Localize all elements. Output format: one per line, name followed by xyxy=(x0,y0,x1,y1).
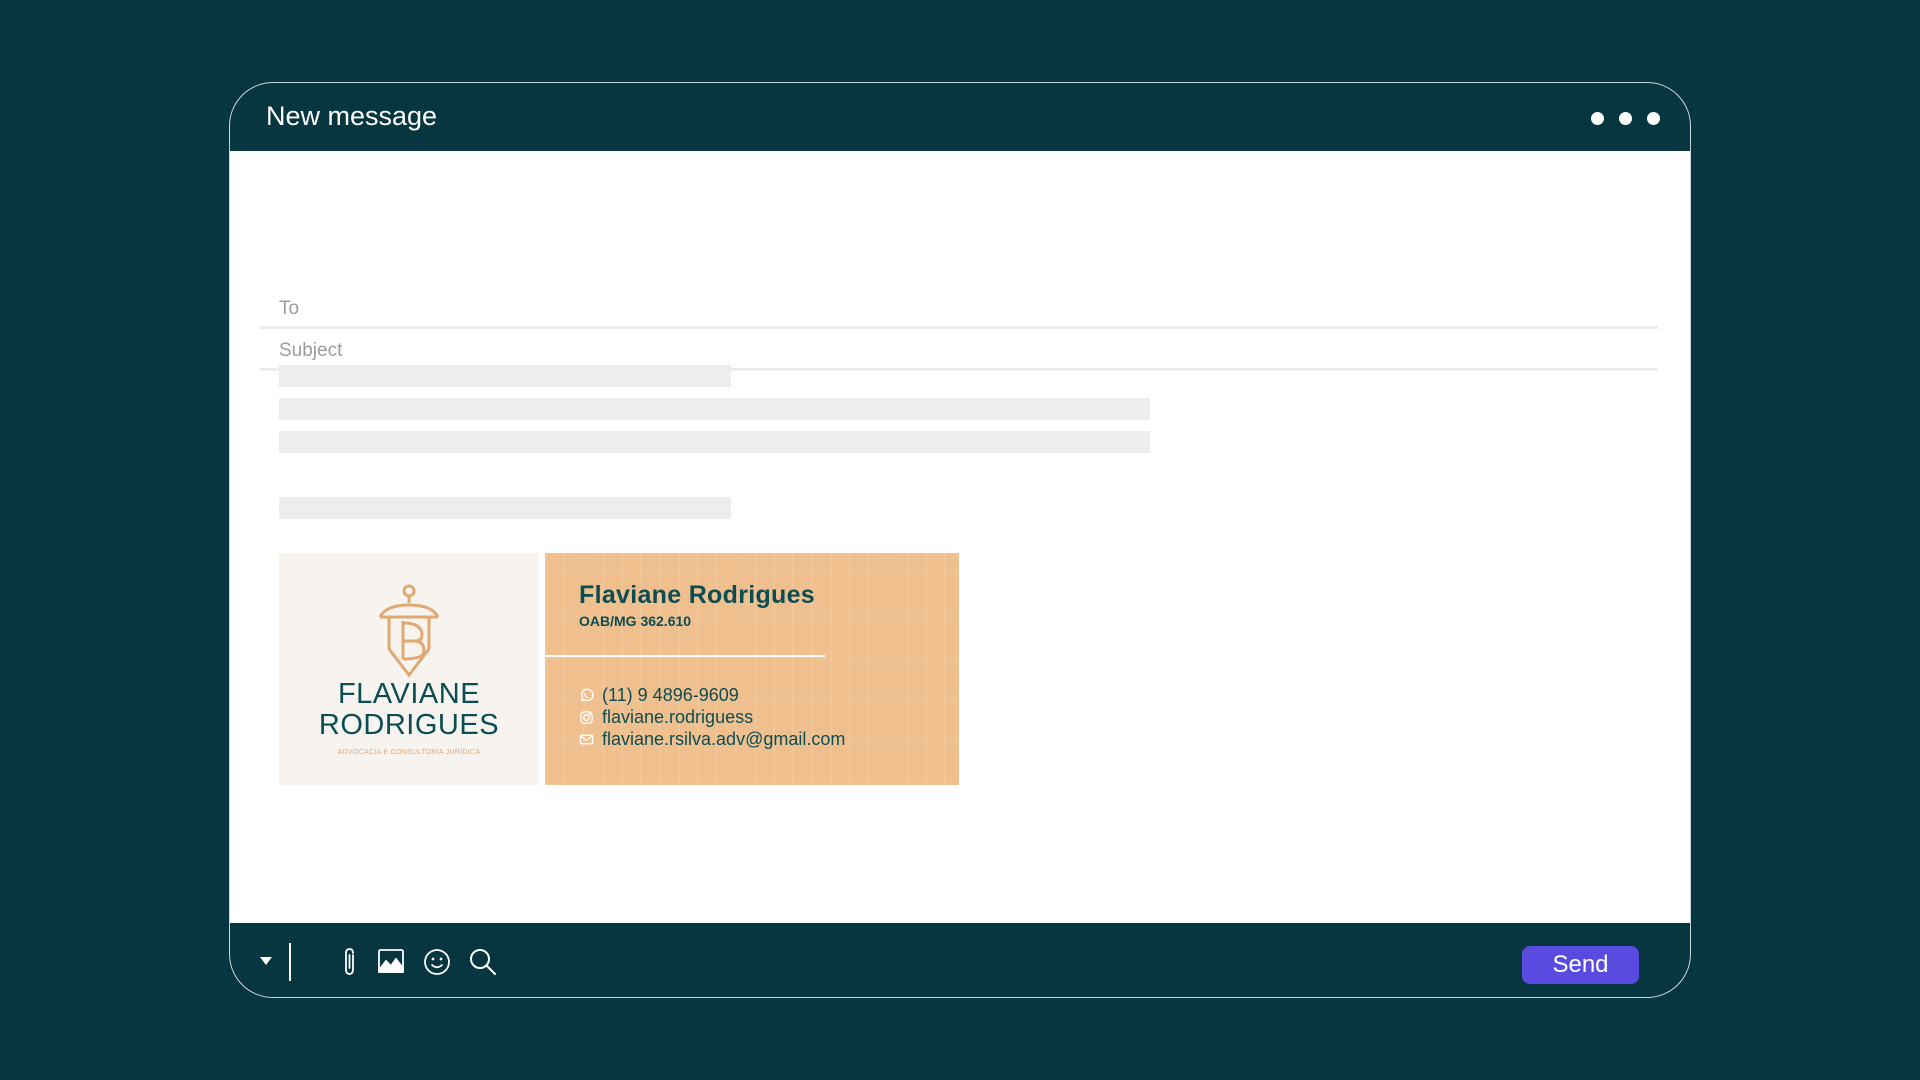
body-text-placeholder-line xyxy=(279,431,1150,453)
column-monogram-logo-icon xyxy=(378,584,440,678)
compose-body: FLAVIANE RODRIGUES ADVOCACIA E CONSULTOR… xyxy=(230,151,1690,923)
instagram-icon xyxy=(580,711,593,724)
compose-window: New message To Subject FLAVIANE RODRIGUE… xyxy=(229,82,1691,998)
brand-line-1: FLAVIANE xyxy=(337,678,481,710)
signature-brand-name: FLAVIANE RODRIGUES xyxy=(279,679,539,741)
caret-down-icon[interactable] xyxy=(259,956,273,966)
body-text-placeholder-line xyxy=(279,365,731,387)
signature-tagline: ADVOCACIA E CONSULTORIA JURÍDICA xyxy=(337,749,481,756)
body-text-placeholder-line xyxy=(279,398,1150,420)
signature-registration: OAB/MG 362.610 xyxy=(579,613,692,629)
signature-name: Flaviane Rodrigues xyxy=(579,581,816,609)
image-icon[interactable] xyxy=(377,947,405,975)
signature-divider xyxy=(545,655,825,657)
signature-logo-panel: FLAVIANE RODRIGUES ADVOCACIA E CONSULTOR… xyxy=(279,553,539,785)
title-bar: New message xyxy=(230,83,1690,151)
more-dot-icon xyxy=(1619,112,1632,125)
to-input[interactable] xyxy=(277,297,1641,321)
body-text-placeholder-line xyxy=(279,497,731,519)
signature-details-panel: Flaviane Rodrigues OAB/MG 362.610 (11) 9… xyxy=(545,553,959,785)
signature-instagram-link[interactable]: flaviane.rodriguess xyxy=(602,707,753,728)
mail-icon xyxy=(579,734,594,745)
subject-input[interactable] xyxy=(277,339,1641,363)
send-button[interactable]: Send xyxy=(1522,946,1639,984)
paperclip-icon[interactable] xyxy=(342,947,358,977)
more-options-button[interactable] xyxy=(1591,112,1660,125)
email-signature: FLAVIANE RODRIGUES ADVOCACIA E CONSULTOR… xyxy=(279,553,965,785)
signature-email-link[interactable]: flaviane.rsilva.adv@gmail.com xyxy=(602,729,845,750)
signature-email-row: flaviane.rsilva.adv@gmail.com xyxy=(579,729,845,750)
signature-phone: (11) 9 4896-9609 xyxy=(602,685,739,705)
brand-line-2: RODRIGUES xyxy=(318,709,500,741)
emoji-icon[interactable] xyxy=(422,947,452,977)
whatsapp-icon xyxy=(580,688,594,702)
signature-phone-row: (11) 9 4896-9609 xyxy=(579,685,739,706)
compose-title: New message xyxy=(266,101,438,131)
more-dot-icon xyxy=(1647,112,1660,125)
more-dot-icon xyxy=(1591,112,1604,125)
compose-toolbar: Send xyxy=(230,923,1690,997)
to-field-row xyxy=(260,289,1658,329)
search-icon[interactable] xyxy=(468,947,498,977)
signature-instagram-row: flaviane.rodriguess xyxy=(579,707,753,728)
text-cursor-separator xyxy=(289,943,291,981)
